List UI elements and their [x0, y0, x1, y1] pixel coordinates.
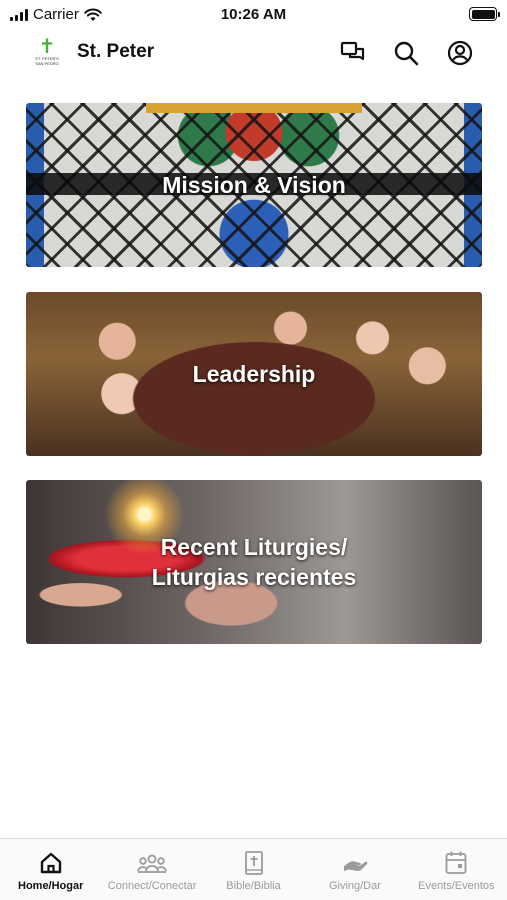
church-logo: ✝ ST. PETER'S SAN PEDRO [33, 36, 61, 68]
tab-home[interactable]: Home/Hogar [0, 839, 101, 900]
recent-liturgies-label-line2: Liturgias recientes [151, 564, 357, 590]
chat-icon[interactable] [339, 39, 367, 67]
bible-icon [243, 849, 265, 877]
app-header: ✝ ST. PETER'S SAN PEDRO St. Peter [0, 30, 507, 76]
search-icon[interactable] [392, 39, 420, 67]
leadership-card[interactable]: Leadership [26, 292, 482, 456]
leadership-label: Leadership [192, 361, 316, 387]
tab-events-label: Events/Eventos [418, 880, 495, 892]
tab-bible-label: Bible/Biblia [226, 880, 281, 892]
mission-vision-label: Mission & Vision [162, 172, 346, 198]
status-bar: Carrier 10:26 AM [0, 0, 507, 30]
calendar-icon [444, 849, 468, 877]
giving-icon [341, 849, 369, 877]
account-icon[interactable] [446, 39, 474, 67]
cross-icon: ✝ [38, 36, 56, 58]
tab-connect-label: Connect/Conectar [107, 880, 197, 892]
status-time: 10:26 AM [220, 6, 287, 23]
stained-glass-accent [146, 103, 362, 113]
tab-connect[interactable]: Connect/Conectar [101, 839, 202, 900]
tab-giving-label: Giving/Dar [328, 880, 381, 892]
recent-liturgies-label: Recent Liturgies/ Liturgias recientes [26, 532, 482, 592]
battery-icon [469, 7, 500, 21]
recent-liturgies-card[interactable]: Recent Liturgies/ Liturgias recientes [26, 480, 482, 644]
mission-vision-card[interactable]: Mission & Vision [26, 103, 482, 267]
logo-text-line2: SAN PEDRO [35, 61, 59, 66]
bottom-tab-bar: Home/Hogar Connect/Conectar Bible/Biblia… [0, 838, 507, 900]
tab-bible[interactable]: Bible/Biblia [203, 839, 304, 900]
tab-home-label: Home/Hogar [18, 880, 84, 892]
tab-events[interactable]: Events/Eventos [406, 839, 507, 900]
app-title: St. Peter [77, 41, 155, 62]
recent-liturgies-label-line1: Recent Liturgies/ [160, 534, 348, 560]
tab-giving[interactable]: Giving/Dar [304, 839, 405, 900]
people-icon [136, 849, 168, 877]
home-icon [39, 849, 63, 877]
